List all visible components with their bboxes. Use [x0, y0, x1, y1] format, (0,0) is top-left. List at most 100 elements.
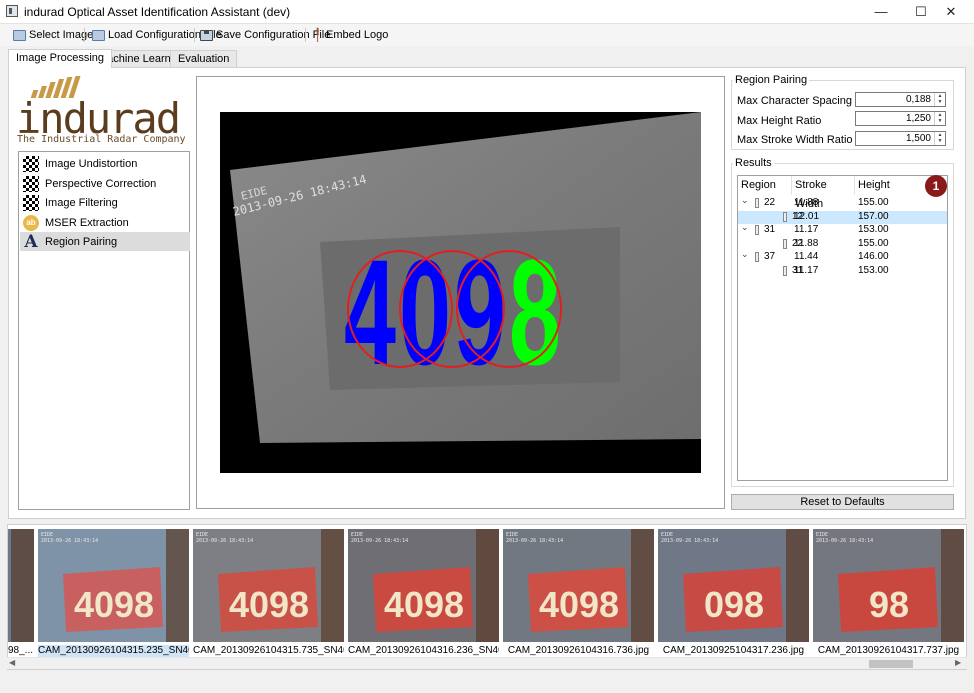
spin-arrows-icon[interactable]: ▲ ▼ — [934, 132, 945, 145]
thumbnail-caption[interactable]: CAM_20130926104316.236_SN4098_... — [348, 645, 499, 657]
cell-stroke: 11.88 — [794, 197, 819, 208]
thumbnail-timestamp: 2013-09-26 18:43:14 — [41, 538, 98, 544]
step-label: Image Undistortion — [45, 157, 138, 170]
reset-to-defaults-button[interactable]: Reset to Defaults — [731, 494, 954, 510]
scroll-right-icon[interactable]: ▶ — [955, 658, 961, 667]
expand-caret-icon[interactable]: ⌄ — [741, 222, 749, 233]
open-file-icon — [92, 29, 105, 41]
thumbnail-edge — [166, 529, 189, 642]
thumbnail-number: 4098 — [539, 584, 619, 625]
thumbnail-edge — [631, 529, 654, 642]
cell-height: 155.00 — [858, 237, 889, 249]
step-perspective-correction[interactable]: Perspective Correction — [20, 174, 190, 193]
letter-a-icon: A — [24, 231, 38, 252]
checkerboard-icon — [23, 175, 39, 192]
filmstrip-scrollbar[interactable]: ◀ ▶ — [7, 657, 967, 669]
thumbnail-caption[interactable]: CAM_20130926104316.736.jpg — [503, 645, 654, 657]
max-height-ratio-spinbox[interactable]: 1,250 ▲ ▼ — [855, 111, 946, 126]
spin-arrows-icon[interactable]: ▲ ▼ — [934, 112, 945, 125]
table-row[interactable]: 22 11.88 155.00 — [738, 238, 947, 251]
spin-arrows-icon[interactable]: ▲ ▼ — [934, 93, 945, 106]
region-pairing-title: Region Pairing — [733, 74, 810, 86]
table-row[interactable]: ⌄ 31 11.17 153.00 — [738, 222, 947, 237]
cell-stroke: 11.44 — [794, 251, 819, 262]
cell-stroke: 11.17 — [794, 264, 819, 276]
close-button[interactable]: ✕ — [928, 0, 974, 24]
thumbnail-image: 98EIDE2013-09-26 18:43:14 — [816, 529, 964, 642]
indurad-logo: indurad The Industrial Radar Company — [16, 76, 192, 148]
step-label: Perspective Correction — [45, 177, 157, 190]
step-label: Image Filtering — [45, 196, 118, 209]
thumbnail-caption[interactable]: 98_... — [8, 645, 36, 657]
column-header-region[interactable]: Region — [738, 176, 792, 195]
image-view[interactable]: EIDE 2013-09-26 18:43:14 4098 — [196, 76, 725, 509]
table-row[interactable]: 31 11.17 153.00 — [738, 265, 947, 278]
cell-region: 31 — [764, 224, 776, 235]
step-image-filtering[interactable]: Image Filtering — [20, 193, 190, 212]
expand-caret-icon[interactable]: ⌄ — [741, 195, 749, 206]
window-title: indurad Optical Asset Identification Ass… — [24, 5, 291, 19]
thumbnail-image: 4098EIDE2013-09-26 18:43:14 — [196, 529, 344, 642]
results-tree[interactable]: Region Stroke Width Height ⌄ 22 11.88 155.0… — [737, 175, 948, 481]
table-row[interactable]: ⌄ 22 11.88 155.00 — [738, 195, 947, 210]
thumbnail-timestamp: 2013-09-26 18:43:14 — [351, 538, 408, 544]
thumbnail-edge — [476, 529, 499, 642]
thumbnail[interactable]: 4098 EIDE 2013-09-26 18:43:14 — [193, 529, 344, 642]
processing-steps-list: Image Undistortion Perspective Correctio… — [18, 151, 190, 510]
expand-caret-icon[interactable]: ⌄ — [741, 249, 749, 260]
step-label: MSER Extraction — [45, 216, 129, 229]
thumbnail[interactable]: 98 EIDE 2013-09-26 18:43:14 — [813, 529, 964, 642]
scroll-left-icon[interactable]: ◀ — [9, 658, 15, 667]
toolbar-separator — [84, 28, 85, 42]
save-icon — [200, 29, 213, 41]
scrollbar-thumb[interactable] — [869, 660, 913, 668]
logo-tagline: The Industrial Radar Company — [17, 134, 186, 145]
region-marker-icon — [755, 225, 759, 235]
table-row[interactable]: 12 12.01 157.00 — [738, 210, 947, 224]
cell-region: 37 — [764, 251, 776, 262]
table-row[interactable]: ⌄ 37 11.44 146.00 — [738, 249, 947, 264]
max-char-spacing-spinbox[interactable]: 0,188 ▲ ▼ — [855, 92, 946, 107]
select-images-label: Select Images — [29, 29, 99, 41]
thumbnail-number: 098 — [704, 584, 764, 625]
tab-image-processing[interactable]: Image Processing — [8, 49, 113, 68]
thumbnail-number: 4098 — [384, 584, 464, 625]
cell-stroke: 11.88 — [794, 237, 819, 249]
thumbnail[interactable]: 4098 EIDE 2013-09-26 18:43:14 — [503, 529, 654, 642]
thumbnail-caption[interactable]: CAM_20130925104317.236.jpg — [658, 645, 809, 657]
thumbnail-timestamp: 2013-09-26 18:43:14 — [506, 538, 563, 544]
thumbnail-timestamp: 2013-09-26 18:43:14 — [816, 538, 873, 544]
thumbnail-edge — [321, 529, 344, 642]
spin-value: 1,500 — [905, 133, 931, 144]
cell-height: 155.00 — [858, 197, 889, 208]
tab-evaluation[interactable]: Evaluation — [170, 50, 238, 67]
thumbnail-number: 4098 — [229, 584, 309, 625]
thumbnail-image: 4098EIDE2013-09-26 18:43:14 — [351, 529, 499, 642]
max-stroke-width-ratio-spinbox[interactable]: 1,500 ▲ ▼ — [855, 131, 946, 146]
cell-height: 153.00 — [858, 264, 889, 276]
title-bar: indurad Optical Asset Identification Ass… — [0, 0, 974, 24]
step-region-pairing[interactable]: A Region Pairing — [20, 232, 190, 251]
thumbnail-caption[interactable]: CAM_20130926104317.737.jpg — [813, 645, 964, 657]
column-header-stroke-width[interactable]: Stroke Width — [792, 176, 855, 210]
thumbnail-timestamp: 2013-09-26 18:43:14 — [661, 538, 718, 544]
thumbnail-image: 098EIDE2013-09-26 18:43:14 — [661, 529, 809, 642]
image-filmstrip[interactable]: EIDE2013-09-26 18:43:14 98_... 4098EIDE201… — [7, 524, 967, 670]
select-images-button[interactable]: Select Images — [13, 27, 99, 43]
step-mser-extraction[interactable]: ab MSER Extraction — [20, 213, 190, 232]
cell-height: 157.00 — [858, 210, 889, 222]
thumbnail-timestamp: 2013-09-26 18:43:14 — [196, 538, 253, 544]
region-marker-icon — [783, 211, 787, 222]
thumbnail[interactable]: EIDE2013-09-26 18:43:14 — [8, 529, 34, 642]
thumbnail[interactable]: 098 EIDE 2013-09-26 18:43:14 — [658, 529, 809, 642]
thumbnail[interactable]: 4098 EIDE 2013-09-26 18:43:14 — [348, 529, 499, 642]
thumbnail-number: 98 — [869, 584, 909, 625]
thumbnail[interactable]: 4098 EIDE 2013-09-26 18:43:14 — [38, 529, 189, 642]
thumbnail-edge — [786, 529, 809, 642]
embed-logo-button[interactable]: ╿ Embed Logo — [314, 27, 388, 43]
thumbnail-caption[interactable]: CAM_20130926104315.235_SN4098_... — [38, 645, 189, 657]
thumbnail-caption[interactable]: CAM_20130926104315.735_SN4098_... — [193, 645, 344, 657]
step-image-undistortion[interactable]: Image Undistortion — [20, 154, 190, 173]
save-config-button[interactable]: Save Configuration File — [200, 27, 330, 43]
region-marker-icon — [755, 252, 759, 262]
